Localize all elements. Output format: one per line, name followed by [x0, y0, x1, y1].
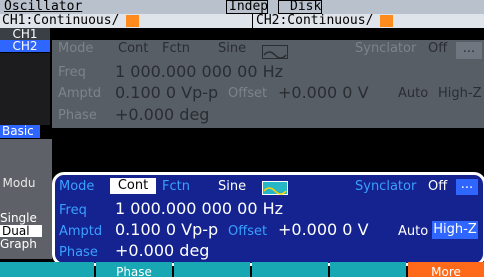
single-button-label: Single — [0, 211, 37, 225]
ch2-sine-wave-icon[interactable] — [262, 181, 288, 195]
ch1-phase-label: Phase — [58, 108, 97, 123]
ch1-status: CH1:Continuous/ — [2, 13, 120, 28]
status-divider — [252, 14, 253, 28]
ch2-synclator-value[interactable]: Off — [428, 179, 447, 194]
softkey-5[interactable] — [330, 262, 406, 277]
ch2-output-indicator — [380, 15, 393, 27]
ch2-highz-button[interactable]: High-Z — [432, 221, 478, 239]
basic-button-label: Basic — [2, 124, 34, 138]
dual-button-label: Dual — [2, 224, 30, 238]
softkey-more-label: More — [431, 265, 461, 277]
ch1-mode-cont[interactable]: Cont — [118, 41, 148, 56]
basic-button[interactable]: Basic — [0, 125, 40, 138]
ch2-status: CH2:Continuous/ — [256, 13, 374, 28]
ch2-mode-fctn[interactable]: Fctn — [162, 179, 190, 194]
ch2-mode-label: Mode — [59, 179, 95, 194]
ch1-amptd-value[interactable]: 0.100 0 Vp-p — [115, 83, 218, 102]
ch1-phase-value[interactable]: +0.000 deg — [115, 105, 209, 124]
ch2-mode-cont-label: Cont — [117, 178, 149, 193]
softkey-3[interactable] — [174, 262, 250, 277]
ch1-synclator-label: Synclator — [355, 41, 417, 56]
softkey-4[interactable] — [252, 262, 328, 277]
ch1-auto-button[interactable]: Auto — [398, 86, 428, 101]
ch1-amptd-label: Amptd — [58, 86, 102, 101]
ch1-offset-label: Offset — [228, 86, 268, 101]
ch2-phase-value[interactable]: +0.000 deg — [115, 241, 209, 260]
left-panel-spacer — [0, 53, 50, 125]
ch2-freq-label: Freq — [59, 203, 87, 218]
softkey-1[interactable] — [0, 262, 94, 277]
ch2-synclator-label: Synclator — [355, 179, 417, 194]
ch2-phase-label: Phase — [59, 245, 98, 260]
ch1-mode-fctn[interactable]: Fctn — [162, 41, 190, 56]
ch1-mode-label: Mode — [58, 41, 94, 56]
ch1-more-options-button[interactable]: ... — [456, 42, 482, 59]
ch2-button-label: CH2 — [12, 39, 38, 53]
ch1-highz-button[interactable]: High-Z — [438, 86, 481, 101]
modu-button-label: Modu — [2, 176, 36, 190]
indep-label: Indep — [229, 0, 269, 14]
disk-label: Disk — [290, 0, 322, 14]
ch1-freq-label: Freq — [58, 65, 86, 80]
graph-button[interactable]: Graph — [0, 237, 37, 251]
ch1-synclator-value[interactable]: Off — [428, 41, 447, 56]
ch2-more-options-button[interactable]: ... — [456, 177, 478, 195]
ch2-auto-button[interactable]: Auto — [398, 224, 428, 239]
ch2-offset-value[interactable]: +0.000 0 V — [278, 220, 369, 239]
softkey-phase-label: Phase — [116, 265, 152, 277]
ch1-mode-sine[interactable]: Sine — [218, 41, 246, 56]
ch2-freq-value[interactable]: 1 000.000 000 00 Hz — [115, 199, 283, 218]
ch2-button[interactable]: CH2 — [0, 40, 50, 53]
graph-button-label: Graph — [0, 237, 37, 251]
ch2-amptd-value[interactable]: 0.100 0 Vp-p — [115, 220, 218, 239]
ch2-highz-label: High-Z — [433, 222, 477, 237]
ch1-more-label: ... — [462, 41, 476, 56]
ch2-amptd-label: Amptd — [59, 224, 103, 239]
modu-button[interactable]: Modu — [0, 176, 38, 190]
ch1-output-indicator — [126, 15, 139, 27]
tab-oscillator[interactable]: Oscillator — [4, 0, 82, 14]
ch2-more-label: ... — [460, 177, 474, 192]
ch2-mode-sine[interactable]: Sine — [218, 179, 246, 194]
ch1-freq-value[interactable]: 1 000.000 000 00 Hz — [115, 62, 283, 81]
ch1-offset-value[interactable]: +0.000 0 V — [278, 83, 369, 102]
softkey-more[interactable]: More — [408, 262, 484, 277]
dual-button[interactable]: Dual — [0, 225, 42, 237]
single-button[interactable]: Single — [0, 211, 37, 225]
ch1-sine-wave-icon[interactable] — [262, 45, 288, 59]
ch2-offset-label: Offset — [228, 224, 268, 239]
ch2-mode-cont[interactable]: Cont — [110, 178, 156, 194]
softkey-phase[interactable]: Phase — [96, 262, 172, 277]
